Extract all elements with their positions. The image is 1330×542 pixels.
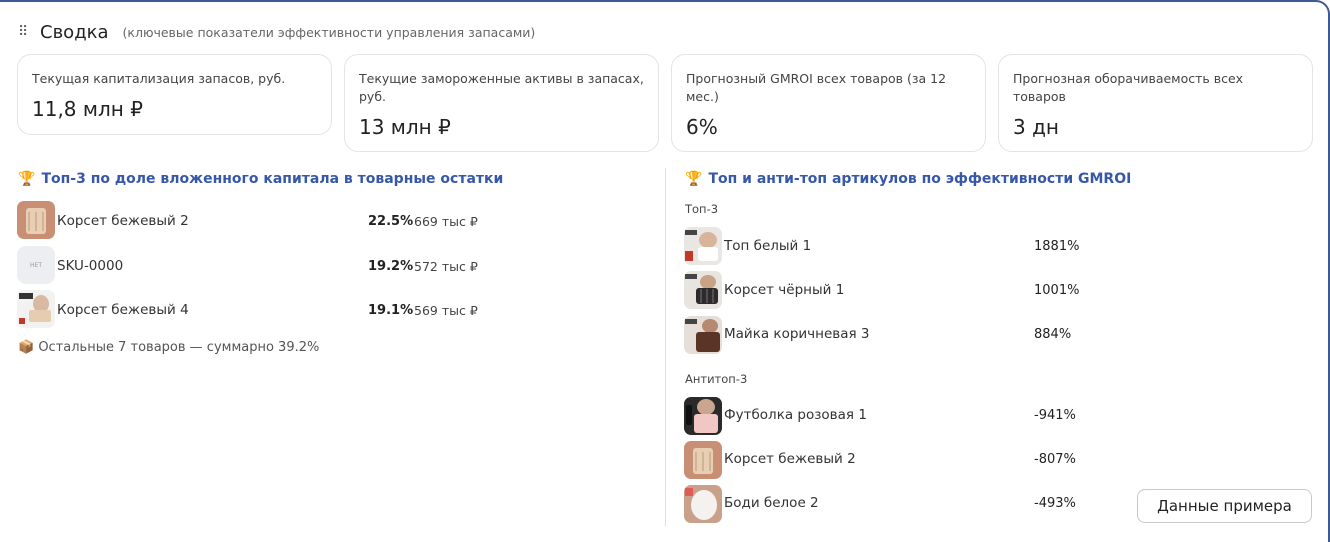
gmroi-value: -941% <box>1034 408 1076 423</box>
kpi-card-turnover: Прогнозная оборачиваемость всех товаров … <box>998 54 1313 152</box>
gmroi-value: 1881% <box>1034 239 1080 254</box>
product-thumbnail <box>684 397 722 435</box>
kpi-label: Текущие замороженные активы в запасах, р… <box>359 71 644 104</box>
product-name: Футболка розовая 1 <box>724 407 867 423</box>
kpi-value: 11,8 млн ₽ <box>32 97 143 121</box>
kpi-value: 3 дн <box>1013 115 1059 139</box>
gmroi-title-text: Топ и анти-топ артикулов по эффективност… <box>708 171 1132 187</box>
gmroi-value: -493% <box>1034 496 1076 511</box>
product-thumbnail <box>684 316 722 354</box>
product-thumbnail <box>17 290 55 328</box>
capital-title-text: Топ-3 по доле вложенного капитала в това… <box>41 171 504 187</box>
kpi-label: Прогнозный GMROI всех товаров (за 12 мес… <box>686 71 947 104</box>
gmroi-value: 884% <box>1034 327 1072 342</box>
sample-data-button[interactable]: Данные примера <box>1137 489 1312 523</box>
anti-group-label: Антитоп-3 <box>685 372 748 386</box>
product-name: SKU-0000 <box>57 258 124 274</box>
product-name: Боди белое 2 <box>724 495 819 511</box>
product-thumbnail <box>684 227 722 265</box>
capital-amount: 669 тыс ₽ <box>414 214 478 229</box>
kpi-label: Прогнозная оборачиваемость всех товаров <box>1013 71 1244 104</box>
drag-handle-icon[interactable]: ⠿ <box>18 24 30 40</box>
product-thumbnail <box>684 485 722 523</box>
product-thumbnail <box>684 271 722 309</box>
page-subtitle: (ключевые показатели эффективности управ… <box>122 24 536 40</box>
section-divider <box>665 168 666 526</box>
gmroi-section-title: 🏆 Топ и анти-топ артикулов по эффективно… <box>685 171 1131 187</box>
kpi-card-frozen-assets: Текущие замороженные активы в запасах, р… <box>344 54 659 152</box>
others-summary: 📦 Остальные 7 товаров — суммарно 39.2% <box>18 340 319 355</box>
summary-header: ⠿ Сводка (ключевые показатели эффективно… <box>18 20 535 44</box>
capital-amount: 569 тыс ₽ <box>414 303 478 318</box>
product-name: Корсет чёрный 1 <box>724 282 845 298</box>
capital-section-title: 🏆 Топ-3 по доле вложенного капитала в то… <box>18 171 503 187</box>
kpi-value: 13 млн ₽ <box>359 115 451 139</box>
capital-share: 19.1% <box>368 303 414 318</box>
capital-share: 19.2% <box>368 259 414 274</box>
kpi-card-gmroi: Прогнозный GMROI всех товаров (за 12 мес… <box>671 54 986 152</box>
gmroi-value: 1001% <box>1034 283 1080 298</box>
kpi-label: Текущая капитализация запасов, руб. <box>32 71 286 86</box>
trophy-icon: 🏆 <box>685 171 703 187</box>
product-name: Корсет бежевый 4 <box>57 302 189 318</box>
capital-share: 22.5% <box>368 214 414 229</box>
product-name: Топ белый 1 <box>724 238 812 254</box>
top-group-label: Топ-3 <box>685 202 719 216</box>
gmroi-value: -807% <box>1034 452 1076 467</box>
page-title: Сводка <box>40 21 109 43</box>
no-image-text: НЕТ <box>30 261 42 269</box>
product-name: Корсет бежевый 2 <box>57 213 189 229</box>
kpi-value: 6% <box>686 115 718 139</box>
trophy-icon: 🏆 <box>18 171 36 187</box>
no-image-placeholder: НЕТ <box>17 246 55 284</box>
product-name: Корсет бежевый 2 <box>724 451 856 467</box>
package-icon: 📦 <box>18 340 35 355</box>
capital-amount: 572 тыс ₽ <box>414 259 478 274</box>
kpi-card-capitalization: Текущая капитализация запасов, руб. 11,8… <box>17 54 332 135</box>
product-thumbnail <box>17 201 55 239</box>
product-name: Майка коричневая 3 <box>724 326 870 342</box>
product-thumbnail <box>684 441 722 479</box>
others-text: Остальные 7 товаров — суммарно 39.2% <box>38 340 320 355</box>
